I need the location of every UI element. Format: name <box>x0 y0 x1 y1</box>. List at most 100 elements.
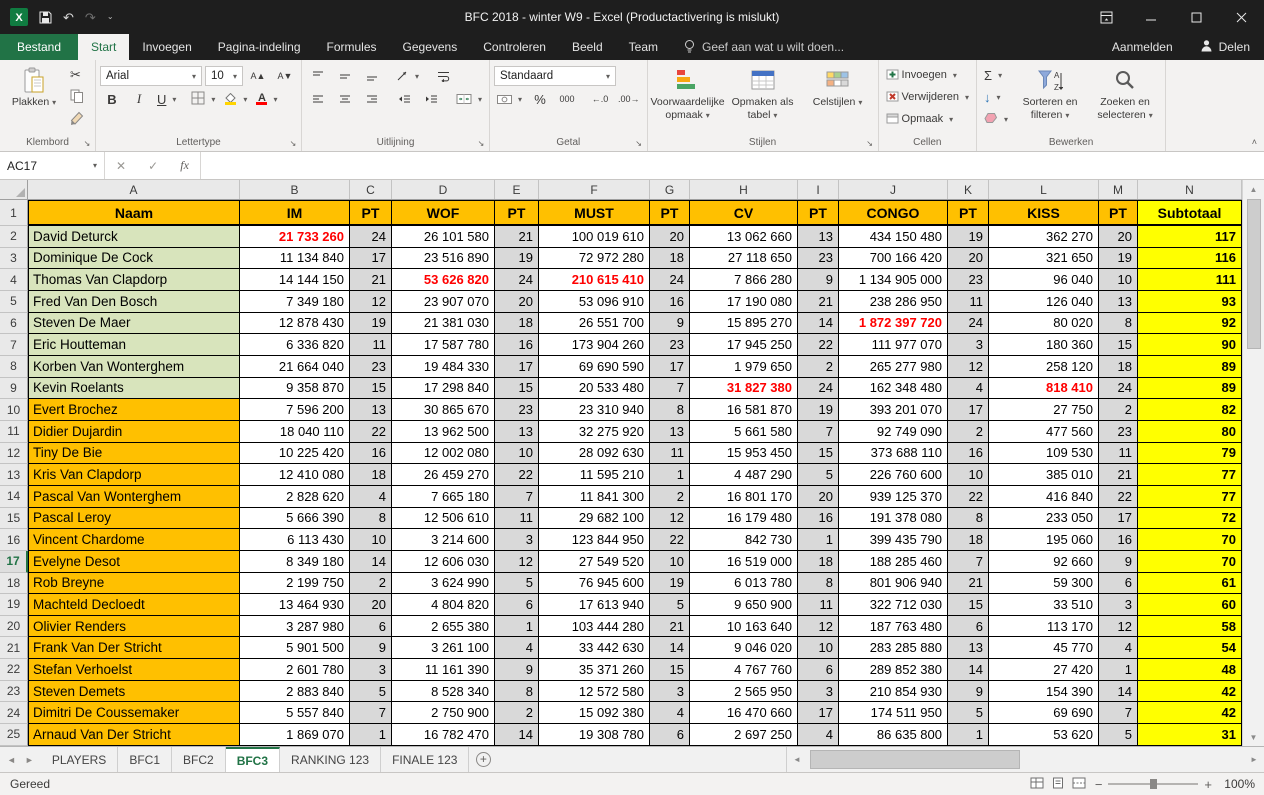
zoom-slider-thumb[interactable] <box>1150 779 1157 789</box>
data-cell-H21[interactable]: 9 046 020 <box>690 637 798 659</box>
tab-controleren[interactable]: Controleren <box>470 34 559 60</box>
data-cell-F8[interactable]: 69 690 590 <box>539 356 650 378</box>
data-cell-D15[interactable]: 12 506 610 <box>392 508 495 530</box>
data-cell-F20[interactable]: 103 444 280 <box>539 616 650 638</box>
data-cell-G20[interactable]: 21 <box>650 616 690 638</box>
table-column-header-subtotaal-N[interactable]: Subtotaal <box>1138 200 1242 226</box>
player-name-cell[interactable]: Dimitri De Coussemaker <box>28 702 240 724</box>
data-cell-L10[interactable]: 27 750 <box>989 399 1099 421</box>
data-cell-N16[interactable]: 70 <box>1138 529 1242 551</box>
scroll-down-icon[interactable]: ▼ <box>1243 728 1264 746</box>
data-cell-L14[interactable]: 416 840 <box>989 486 1099 508</box>
data-cell-M5[interactable]: 13 <box>1099 291 1138 313</box>
vertical-scroll-thumb[interactable] <box>1247 199 1261 349</box>
data-cell-M21[interactable]: 4 <box>1099 637 1138 659</box>
data-cell-D19[interactable]: 4 804 820 <box>392 594 495 616</box>
tell-me-box[interactable]: Geef aan wat u wilt doen... <box>671 34 856 60</box>
paste-button[interactable]: Plakken <box>4 62 64 135</box>
sheet-tab-bfc3[interactable]: BFC3 <box>226 747 280 772</box>
new-sheet-button[interactable]: + <box>469 747 497 772</box>
data-cell-G17[interactable]: 10 <box>650 551 690 573</box>
row-header-13[interactable]: 13 <box>0 464 28 486</box>
data-cell-G15[interactable]: 12 <box>650 508 690 530</box>
data-cell-F9[interactable]: 20 533 480 <box>539 378 650 400</box>
data-cell-I17[interactable]: 18 <box>798 551 839 573</box>
data-cell-C15[interactable]: 8 <box>350 508 392 530</box>
data-cell-L11[interactable]: 477 560 <box>989 421 1099 443</box>
tab-gegevens[interactable]: Gegevens <box>390 34 471 60</box>
data-cell-J13[interactable]: 226 760 600 <box>839 464 948 486</box>
fill-color-button[interactable] <box>221 89 250 109</box>
data-cell-J23[interactable]: 210 854 930 <box>839 681 948 703</box>
data-cell-N24[interactable]: 42 <box>1138 702 1242 724</box>
column-header-A[interactable]: A <box>28 180 240 199</box>
data-cell-H6[interactable]: 15 895 270 <box>690 313 798 335</box>
data-cell-B12[interactable]: 10 225 420 <box>240 443 350 465</box>
data-cell-G21[interactable]: 14 <box>650 637 690 659</box>
data-cell-G22[interactable]: 15 <box>650 659 690 681</box>
row-header-2[interactable]: 2 <box>0 226 28 248</box>
data-cell-H19[interactable]: 9 650 900 <box>690 594 798 616</box>
data-cell-L4[interactable]: 96 040 <box>989 269 1099 291</box>
data-cell-N20[interactable]: 58 <box>1138 616 1242 638</box>
data-cell-M15[interactable]: 17 <box>1099 508 1138 530</box>
percent-style-icon[interactable]: % <box>528 89 552 109</box>
data-cell-N11[interactable]: 80 <box>1138 421 1242 443</box>
data-cell-K18[interactable]: 21 <box>948 573 989 595</box>
data-cell-I12[interactable]: 15 <box>798 443 839 465</box>
tab-invoegen[interactable]: Invoegen <box>129 34 204 60</box>
data-cell-D13[interactable]: 26 459 270 <box>392 464 495 486</box>
data-cell-I22[interactable]: 6 <box>798 659 839 681</box>
data-cell-C8[interactable]: 23 <box>350 356 392 378</box>
fill-button[interactable]: ↓ <box>981 87 1011 107</box>
data-cell-I11[interactable]: 7 <box>798 421 839 443</box>
column-header-B[interactable]: B <box>240 180 350 199</box>
column-header-H[interactable]: H <box>690 180 798 199</box>
player-name-cell[interactable]: Olivier Renders <box>28 616 240 638</box>
data-cell-K25[interactable]: 1 <box>948 724 989 746</box>
data-cell-C3[interactable]: 17 <box>350 248 392 270</box>
data-cell-D12[interactable]: 12 002 080 <box>392 443 495 465</box>
data-cell-J19[interactable]: 322 712 030 <box>839 594 948 616</box>
row-header-15[interactable]: 15 <box>0 508 28 530</box>
data-cell-D2[interactable]: 26 101 580 <box>392 226 495 248</box>
data-cell-B11[interactable]: 18 040 110 <box>240 421 350 443</box>
data-cell-C16[interactable]: 10 <box>350 529 392 551</box>
data-cell-H2[interactable]: 13 062 660 <box>690 226 798 248</box>
data-cell-B17[interactable]: 8 349 180 <box>240 551 350 573</box>
data-cell-M7[interactable]: 15 <box>1099 334 1138 356</box>
data-cell-G18[interactable]: 19 <box>650 573 690 595</box>
autosum-button[interactable]: Σ <box>981 65 1011 85</box>
data-cell-B24[interactable]: 5 557 840 <box>240 702 350 724</box>
data-cell-E18[interactable]: 5 <box>495 573 539 595</box>
data-cell-D4[interactable]: 53 626 820 <box>392 269 495 291</box>
data-cell-B4[interactable]: 14 144 150 <box>240 269 350 291</box>
data-cell-D17[interactable]: 12 606 030 <box>392 551 495 573</box>
data-cell-M4[interactable]: 10 <box>1099 269 1138 291</box>
data-cell-J24[interactable]: 174 511 950 <box>839 702 948 724</box>
data-cell-I19[interactable]: 11 <box>798 594 839 616</box>
row-header-10[interactable]: 10 <box>0 399 28 421</box>
sheet-tab-ranking-123[interactable]: RANKING 123 <box>280 747 381 772</box>
data-cell-I20[interactable]: 12 <box>798 616 839 638</box>
increase-indent-icon[interactable] <box>420 89 444 109</box>
table-column-header-pt-K[interactable]: PT <box>948 200 989 226</box>
data-cell-J3[interactable]: 700 166 420 <box>839 248 948 270</box>
tab-formules[interactable]: Formules <box>314 34 390 60</box>
vertical-scrollbar[interactable]: ▲ ▼ <box>1242 180 1264 746</box>
data-cell-J8[interactable]: 265 277 980 <box>839 356 948 378</box>
formula-input[interactable] <box>201 152 1264 179</box>
data-cell-F21[interactable]: 33 442 630 <box>539 637 650 659</box>
data-cell-F11[interactable]: 32 275 920 <box>539 421 650 443</box>
data-cell-J20[interactable]: 187 763 480 <box>839 616 948 638</box>
player-name-cell[interactable]: Stefan Verhoelst <box>28 659 240 681</box>
column-header-L[interactable]: L <box>989 180 1099 199</box>
horizontal-scrollbar[interactable]: ◄ ► <box>786 747 1264 772</box>
player-name-cell[interactable]: Dominique De Cock <box>28 248 240 270</box>
data-cell-H12[interactable]: 15 953 450 <box>690 443 798 465</box>
page-layout-view-icon[interactable] <box>1051 777 1065 792</box>
data-cell-L22[interactable]: 27 420 <box>989 659 1099 681</box>
cancel-formula-icon[interactable]: ✕ <box>116 159 126 173</box>
table-column-header-kiss-L[interactable]: KISS <box>989 200 1099 226</box>
data-cell-J5[interactable]: 238 286 950 <box>839 291 948 313</box>
